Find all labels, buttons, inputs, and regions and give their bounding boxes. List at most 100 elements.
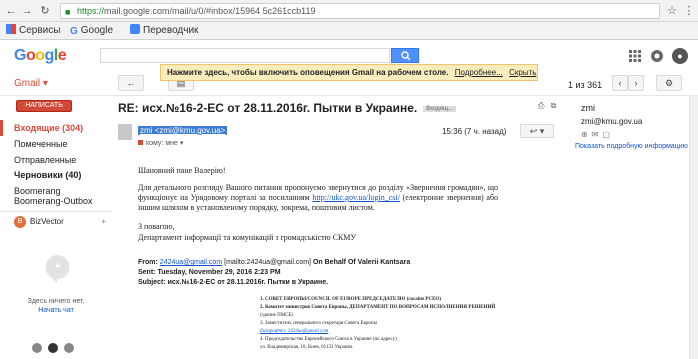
notice-hide-link[interactable]: Скрыть [509, 68, 536, 77]
bookmark-translate-label: Переводчик [143, 25, 199, 36]
sidebar-item-sent[interactable]: Отправленные [0, 152, 110, 168]
more-dropdown-icon: ▾ [539, 126, 545, 136]
inbox-label-chip[interactable]: Входящ... [423, 106, 456, 112]
notifications-icon[interactable] [650, 49, 664, 63]
person-icon[interactable] [32, 343, 42, 353]
google-g-icon: G [70, 26, 78, 37]
chat-bubble-icon[interactable]: ▢ [602, 130, 614, 139]
message-time: 15:36 (7 ч. назад) [442, 127, 507, 136]
hangouts-footer [32, 343, 92, 355]
print-icon[interactable]: ⎙ [538, 101, 544, 110]
recipient-text: кому: мне [146, 140, 178, 147]
sender-name[interactable]: zmi <zmi@kmu.gov.ua> [138, 126, 228, 135]
recipient-line[interactable]: кому: мне ▾ [138, 139, 183, 147]
reply-icon: ↩ [529, 126, 538, 136]
bookmark-google-label: Google [80, 25, 114, 36]
sig-line-1: 1. СОВЕТ ЕВРОПЫ/COUNCIL OF EUROPE ПРЕДСЕ… [260, 297, 441, 302]
url-field[interactable]: ■ https://mail.google.com/mail/u/0/#inbo… [60, 3, 660, 19]
back-to-inbox-button[interactable]: ← [118, 75, 144, 91]
hangouts-bubble-icon: ❝ [45, 254, 70, 283]
bookmark-services[interactable]: Сервисы [6, 24, 60, 38]
forward-arrow-icon[interactable]: → [20, 4, 34, 18]
compose-button[interactable]: НАПИСАТЬ [16, 100, 72, 112]
search-icon [401, 51, 411, 61]
search-button[interactable] [391, 48, 419, 63]
settings-button[interactable]: ⚙ [656, 75, 682, 91]
add-contact-icon[interactable]: + [101, 214, 106, 230]
next-button[interactable]: › [628, 75, 644, 91]
sig-line-6: 4. Председательство Европейского Союза в… [260, 337, 397, 342]
sig-line-4: 3. Заместитель генерального секретаря Со… [260, 321, 377, 326]
greeting: Шановний пане Валерію! [138, 166, 226, 175]
message-subject: RE: исх.№16-2-ЕС от 28.11.2016г. Пытки в… [118, 101, 456, 115]
subject-label: Subject: [138, 279, 166, 286]
svg-text:❝: ❝ [55, 261, 61, 275]
desktop-notification-banner: Нажмите здесь, чтобы включить оповещения… [160, 64, 538, 81]
scrollbar[interactable] [689, 96, 698, 359]
back-arrow-icon[interactable]: ← [4, 4, 18, 18]
sidebar-item-boomerang-outbox[interactable]: Boomerang-Outbox [0, 196, 110, 206]
sidebar-item-inbox[interactable]: Входящие (304) [0, 120, 110, 136]
prev-button[interactable]: ‹ [612, 75, 628, 91]
hangouts-empty-text: Здесь ничего нет. [27, 298, 85, 305]
hangouts-user[interactable]: B BizVector + [14, 214, 110, 230]
from-rest: On Behalf Of Valerii Kantsara [312, 259, 411, 266]
from-mailto: [mailto:2424ua@gmail.com] [224, 259, 311, 266]
from-email-link[interactable]: 2424ua@gmail.com [160, 259, 222, 266]
important-marker-icon [138, 140, 143, 145]
sig-line-2: 2. Комитет министров Совета Европы, ДЕПА… [260, 305, 496, 310]
search-input[interactable] [100, 48, 390, 63]
bookmark-google[interactable]: G Google [70, 24, 113, 38]
lock-icon: ■ [65, 7, 71, 17]
sender-email: zmi <zmi@kmu.gov.ua> [140, 126, 226, 135]
sent-label: Sent: [138, 269, 156, 276]
hangouts-user-name: BizVector [30, 217, 64, 226]
portal-link[interactable]: http://ukc.gov.ua/login_csi/ [312, 193, 399, 202]
regards: З повагою, [138, 222, 175, 231]
show-details-link[interactable]: Показать подробную информацию [575, 143, 688, 150]
phone-icon[interactable] [64, 343, 74, 353]
quoted-subject: Subject: исх.№16-2-ЕС от 28.11.2016г. Пы… [138, 278, 328, 287]
sent-date: Tuesday, November 29, 2016 2:23 PM [157, 269, 281, 276]
subject-actions: ⎙ ⧉ [538, 101, 556, 111]
department-signature: Департамент інформації та комунікацій з … [138, 233, 357, 242]
sidebar-item-drafts[interactable]: Черновики (40) [0, 167, 110, 183]
mail-icon[interactable]: ✉ [592, 130, 603, 139]
chat-icon[interactable] [48, 343, 58, 353]
browser-address-bar: ← → ↻ ■ https://mail.google.com/mail/u/0… [0, 0, 698, 22]
gmail-label-dropdown[interactable]: Gmail ▾ [14, 78, 48, 89]
from-label: From: [138, 259, 158, 266]
gear-icon: ⚙ [664, 78, 674, 88]
sig-line-5[interactable]: Europadmin: 2424ua@gmail.com [260, 328, 570, 336]
apps-icon[interactable] [628, 49, 642, 63]
menu-icon[interactable]: ⋮ [682, 4, 696, 18]
quoted-signature: 1. СОВЕТ ЕВРОПЫ/COUNCIL OF EUROPE ПРЕДСЕ… [260, 296, 570, 352]
contact-actions: ⊕✉▢ [581, 130, 614, 139]
bookmark-translate[interactable]: Переводчик [130, 24, 198, 38]
account-avatar[interactable]: ● [672, 48, 688, 64]
quoted-sent: Sent: Tuesday, November 29, 2016 2:23 PM [138, 268, 281, 277]
add-person-icon[interactable]: ⊕ [581, 130, 592, 139]
back-arrow-icon: ← [126, 78, 136, 88]
reply-button[interactable]: ↩ ▾ [520, 124, 554, 138]
apps-grid-icon [6, 24, 16, 34]
reload-icon[interactable]: ↻ [38, 4, 52, 18]
notice-more-link[interactable]: Подробнее... [455, 68, 503, 77]
contact-email: zmi@kmu.gov.ua [581, 117, 643, 126]
sig-line-3: (здание ПМСЕ) [260, 313, 294, 318]
start-chat-link[interactable]: Начать чат [6, 307, 106, 314]
subject-text: RE: исх.№16-2-ЕС от 28.11.2016г. Пытки в… [118, 101, 418, 115]
pager-count: 1 из 361 [568, 80, 603, 90]
gmail-label-text: Gmail [14, 78, 41, 89]
sidebar-divider [0, 211, 112, 212]
sidebar-item-starred[interactable]: Помеченные [0, 136, 110, 152]
star-icon[interactable]: ☆ [665, 4, 679, 18]
url-scheme: https:// [77, 6, 105, 16]
body-paragraph: Для детального розгляду Вашого питання п… [138, 183, 498, 213]
enable-notifications-link[interactable]: Нажмите здесь, чтобы включить оповещения… [167, 68, 448, 77]
chevron-right-icon: › [634, 78, 638, 88]
translate-icon [130, 24, 140, 34]
new-window-icon[interactable]: ⧉ [551, 101, 557, 110]
google-logo[interactable]: Google [14, 47, 67, 65]
hangouts-avatar: B [14, 215, 26, 228]
